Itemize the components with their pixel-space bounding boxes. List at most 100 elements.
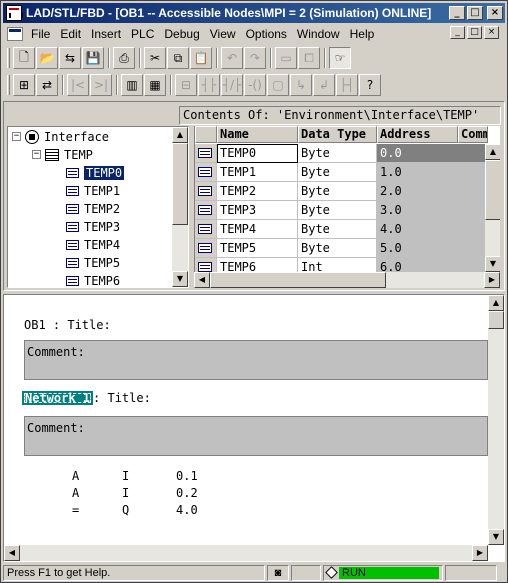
cell-address[interactable]: 0.0 — [377, 144, 487, 163]
menu-debug[interactable]: Debug — [160, 27, 205, 41]
restore-icon[interactable]: ⧠ — [298, 47, 320, 69]
tree-item-temp5[interactable]: TEMP5 — [66, 254, 120, 271]
scroll-left-icon[interactable]: ◀ — [4, 545, 20, 561]
tree-item-temp0[interactable]: TEMP0 — [66, 164, 126, 181]
toolbar-grip-2[interactable] — [7, 75, 10, 95]
menu-view[interactable]: View — [206, 27, 242, 41]
doc-close-button[interactable]: × — [484, 26, 499, 39]
block-title[interactable]: OB1 : Title: — [24, 318, 111, 332]
menu-window[interactable]: Window — [293, 27, 346, 41]
scroll-thumb[interactable] — [172, 143, 188, 225]
cell-type[interactable]: Byte — [298, 220, 377, 239]
cell-name[interactable]: TEMP0 — [217, 144, 298, 163]
cell-name[interactable]: TEMP3 — [217, 201, 298, 220]
scroll-right-icon[interactable]: ▶ — [472, 545, 488, 561]
tree-node-temp[interactable]: − TEMP — [32, 146, 93, 163]
empty-box-icon[interactable]: ▢ — [267, 74, 289, 96]
breakpoint-prev-icon[interactable]: |< — [67, 74, 89, 96]
cell-address[interactable]: 4.0 — [377, 220, 487, 239]
doc-minimize-button[interactable]: _ — [450, 26, 465, 39]
minimize-button[interactable]: _ — [449, 6, 465, 20]
open-icon[interactable]: 📂 — [36, 47, 58, 69]
collapse-icon[interactable]: − — [12, 132, 21, 141]
block-comment-box[interactable]: Comment: — [24, 340, 488, 380]
scroll-down-icon[interactable]: ▼ — [172, 271, 188, 287]
menu-options[interactable]: Options — [242, 27, 293, 41]
doc-restore-button[interactable]: □ — [467, 26, 482, 39]
nc-contact-icon[interactable]: ┤/├ — [221, 74, 243, 96]
close-button[interactable]: × — [487, 6, 503, 20]
breakpoint-next-icon[interactable]: >| — [90, 74, 112, 96]
print-icon[interactable]: ⎙ — [113, 47, 135, 69]
table-row[interactable]: TEMP6 Int 6.0 — [195, 258, 487, 272]
redo-icon[interactable]: ↷ — [244, 47, 266, 69]
table-row[interactable]: TEMP4 Byte 4.0 — [195, 220, 487, 239]
coil-icon[interactable]: -() — [244, 74, 266, 96]
maximize-button[interactable]: □ — [467, 6, 483, 20]
scroll-thumb[interactable] — [210, 272, 386, 288]
program-elements-icon[interactable]: ▥ — [121, 74, 143, 96]
branch-open-icon[interactable]: ↳ — [290, 74, 312, 96]
network-label[interactable]: Network 1 — [22, 391, 94, 405]
connection-icon[interactable]: ├┤ — [336, 74, 358, 96]
scroll-up-icon[interactable]: ▲ — [488, 295, 504, 311]
column-header-data-type[interactable]: Data Type — [298, 126, 377, 143]
cell-type[interactable]: Byte — [298, 163, 377, 182]
tree-item-temp6[interactable]: TEMP6 — [66, 272, 120, 287]
tree-node-interface[interactable]: − Interface — [12, 128, 109, 145]
collapse-icon[interactable]: − — [32, 150, 41, 159]
cell-name[interactable]: TEMP6 — [217, 258, 298, 272]
editor-horizontal-scrollbar[interactable]: ◀ ▶ — [4, 545, 488, 561]
toolbar-grip[interactable] — [7, 48, 10, 68]
column-header-name[interactable]: Name — [217, 126, 298, 143]
network-overview-icon[interactable]: ⊞ — [13, 74, 35, 96]
cell-name[interactable]: TEMP4 — [217, 220, 298, 239]
menu-edit[interactable]: Edit — [56, 27, 87, 41]
branch-close-icon[interactable]: ↲ — [313, 74, 335, 96]
network-header[interactable]: Network 1: Title: — [22, 391, 151, 405]
details-icon[interactable]: ▦ — [144, 74, 166, 96]
tree-vertical-scrollbar[interactable]: ▲ ▼ — [172, 127, 188, 287]
scroll-right-icon[interactable]: ▶ — [484, 272, 500, 288]
cell-type[interactable]: Byte — [298, 201, 377, 220]
table-vertical-scrollbar[interactable]: ▲ ▼ — [485, 144, 500, 272]
copy-icon[interactable]: ⧉ — [167, 47, 189, 69]
cell-type[interactable]: Int — [298, 258, 377, 272]
cell-address[interactable]: 5.0 — [377, 239, 487, 258]
table-row[interactable]: TEMP3 Byte 3.0 — [195, 201, 487, 220]
cell-type[interactable]: Byte — [298, 239, 377, 258]
undo-icon[interactable]: ↶ — [221, 47, 243, 69]
editor-vertical-scrollbar[interactable]: ▲ ▼ — [488, 295, 504, 545]
table-horizontal-scrollbar[interactable]: ◀ ▶ — [194, 272, 500, 288]
online-icon[interactable]: ⇆ — [59, 47, 81, 69]
scroll-thumb[interactable] — [488, 311, 504, 329]
variable-table[interactable]: Name Data Type Address Comment TEMP0 Byt… — [194, 126, 500, 272]
table-row[interactable]: TEMP2 Byte 2.0 — [195, 182, 487, 201]
cell-type[interactable]: Byte — [298, 144, 377, 163]
title-bar[interactable]: LAD/STL/FBD - [OB1 -- Accessible Nodes\M… — [3, 3, 505, 23]
cell-address[interactable]: 2.0 — [377, 182, 487, 201]
paste-icon[interactable]: 📋 — [190, 47, 212, 69]
column-header-address[interactable]: Address — [377, 126, 458, 143]
cell-address[interactable]: 6.0 — [377, 258, 487, 272]
save-icon[interactable]: 💾 — [82, 47, 104, 69]
cell-name[interactable]: TEMP5 — [217, 239, 298, 258]
menu-plc[interactable]: PLC — [127, 27, 160, 41]
column-header-comment[interactable]: Comment — [458, 126, 488, 143]
no-contact-icon[interactable]: ┤├ — [198, 74, 220, 96]
cell-address[interactable]: 1.0 — [377, 163, 487, 182]
code-editor-pane[interactable]: OB1 : Title: Comment: Network 1: Title: … — [3, 294, 505, 562]
menu-help[interactable]: Help — [346, 27, 381, 41]
table-row[interactable]: TEMP0 Byte 0.0 — [195, 144, 487, 163]
cell-type[interactable]: Byte — [298, 182, 377, 201]
tree-item-temp4[interactable]: TEMP4 — [66, 236, 120, 253]
cell-name[interactable]: TEMP2 — [217, 182, 298, 201]
table-row[interactable]: TEMP1 Byte 1.0 — [195, 163, 487, 182]
table-row[interactable]: TEMP5 Byte 5.0 — [195, 239, 487, 258]
app-icon[interactable] — [6, 5, 23, 21]
scroll-down-icon[interactable]: ▼ — [485, 256, 500, 272]
scroll-down-icon[interactable]: ▼ — [488, 529, 504, 545]
cell-name[interactable]: TEMP1 — [217, 163, 298, 182]
interface-tree[interactable]: − Interface − TEMP TEMP0 TEMP1 TEMP2 TEM… — [7, 126, 189, 288]
help-context-icon[interactable]: ? — [359, 74, 381, 96]
